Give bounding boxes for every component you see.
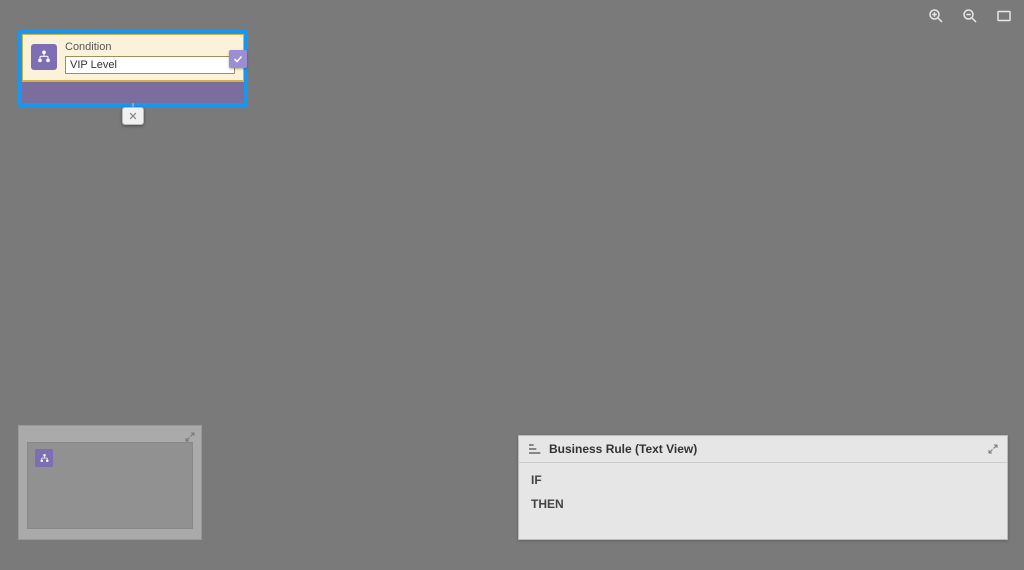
if-keyword: IF: [531, 473, 995, 487]
fit-screen-icon[interactable]: [994, 6, 1014, 26]
text-view-panel: Business Rule (Text View) IF THEN: [518, 435, 1008, 540]
text-view-icon: [527, 442, 543, 456]
then-keyword: THEN: [531, 497, 995, 511]
condition-name-input[interactable]: [65, 56, 235, 74]
condition-label: Condition: [65, 41, 235, 53]
condition-header: Condition: [22, 34, 244, 81]
zoom-in-icon[interactable]: [926, 6, 946, 26]
text-view-title: Business Rule (Text View): [549, 442, 697, 456]
expand-icon[interactable]: [987, 442, 1001, 456]
text-view-header: Business Rule (Text View): [519, 436, 1007, 463]
delete-node-button[interactable]: [122, 107, 144, 125]
condition-body[interactable]: [22, 81, 244, 103]
canvas-toolbar: [926, 6, 1014, 26]
minimap-condition-icon: [35, 449, 53, 467]
minimap-viewport[interactable]: [27, 442, 193, 529]
confirm-button[interactable]: [229, 50, 247, 68]
zoom-out-icon[interactable]: [960, 6, 980, 26]
condition-node[interactable]: Condition: [18, 30, 248, 107]
text-view-body: IF THEN: [519, 463, 1007, 539]
condition-icon: [31, 44, 57, 70]
minimap-panel[interactable]: [18, 425, 202, 540]
